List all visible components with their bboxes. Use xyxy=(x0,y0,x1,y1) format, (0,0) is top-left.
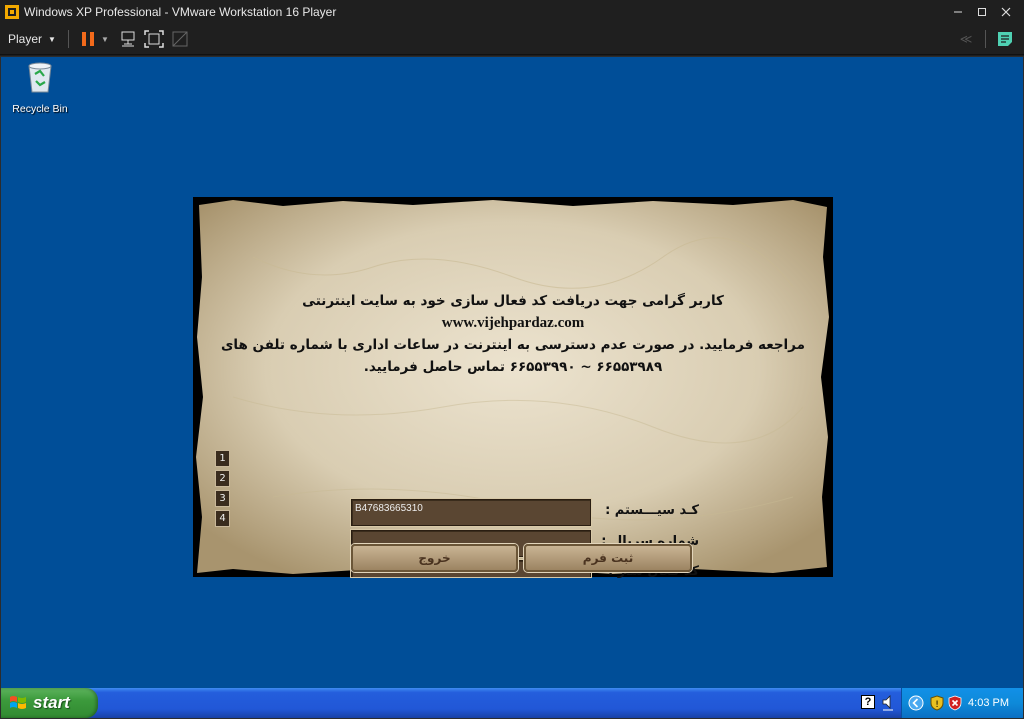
message-line-1: کاربر گرامی جهت دریافت کد فعال سازی خود … xyxy=(302,293,724,309)
submit-form-button[interactable]: ثبت فرم xyxy=(524,544,692,572)
pause-dropdown-icon[interactable]: ▼ xyxy=(101,35,109,44)
fullscreen-icon xyxy=(144,30,164,48)
send-ctrl-alt-del-icon xyxy=(121,31,135,47)
close-button[interactable] xyxy=(994,0,1018,24)
system-tray: ! 4:03 PM xyxy=(901,688,1023,718)
window-title: Windows XP Professional - VMware Worksta… xyxy=(24,5,337,19)
activation-dialog: کاربر گرامی جهت دریافت کد فعال سازی خود … xyxy=(193,197,833,579)
recycle-bin-icon xyxy=(28,62,52,93)
guest-desktop: Recycle Bin کاربر گرامی جهت دریافت کد فع… xyxy=(1,56,1023,688)
message-line-3: ۶۶۵۵۳۹۸۹ ~ ۶۶۵۵۳۹۹۰ تماس حاصل فرمایید. xyxy=(363,359,663,375)
notes-icon xyxy=(998,32,1012,46)
toolbar-divider xyxy=(67,30,69,48)
side-button-2[interactable]: 2 xyxy=(215,470,230,487)
security-alert-icon[interactable]: ! xyxy=(930,695,944,711)
send-ctrl-alt-del-button[interactable] xyxy=(115,26,141,52)
fullscreen-button[interactable] xyxy=(141,26,167,52)
close-icon xyxy=(1001,7,1011,17)
toolbar-divider xyxy=(985,30,986,48)
unity-button[interactable] xyxy=(167,26,193,52)
help-icon[interactable]: ? xyxy=(861,695,875,709)
exit-button[interactable]: خروج xyxy=(351,544,518,572)
vmware-icon xyxy=(5,5,19,19)
start-label: start xyxy=(33,693,70,712)
volume-icon xyxy=(882,695,893,711)
back-button[interactable]: ≪ xyxy=(953,26,979,52)
pause-icon xyxy=(81,32,94,46)
side-button-1[interactable]: 1 xyxy=(215,450,230,467)
windows-logo-icon xyxy=(10,696,26,709)
maximize-icon xyxy=(978,8,986,16)
activation-message: کاربر گرامی جهت دریافت کد فعال سازی خود … xyxy=(193,290,833,378)
player-menu-button[interactable]: Player ▼ xyxy=(0,24,62,54)
message-line-2: مراجعه فرمایید. در صورت عدم دسترسی به ای… xyxy=(221,337,805,353)
side-button-4[interactable]: 4 xyxy=(215,510,230,527)
recycle-bin-label: Recycle Bin xyxy=(12,103,68,115)
antivirus-icon[interactable] xyxy=(948,695,962,711)
chevron-down-icon: ▼ xyxy=(48,34,56,44)
vmware-toolbar: Player ▼ ▼ ≪ xyxy=(0,24,1024,55)
notes-button[interactable] xyxy=(992,26,1018,52)
back-icon: ≪ xyxy=(959,32,973,46)
expand-tray-icon[interactable] xyxy=(908,695,924,711)
unity-icon xyxy=(172,31,188,47)
svg-text:!: ! xyxy=(935,700,939,710)
system-code-label: کـد سیـــستم : xyxy=(605,503,699,518)
website-link[interactable]: www.vijehpardaz.com xyxy=(193,312,833,334)
pause-button[interactable] xyxy=(75,26,101,52)
xp-taskbar: start ? ! 4:03 PM xyxy=(1,688,1023,718)
system-code-field[interactable]: B47683665310 xyxy=(351,499,591,526)
start-button[interactable]: start xyxy=(1,688,98,718)
player-menu-label: Player xyxy=(8,32,43,46)
desktop-icon-recycle-bin[interactable]: Recycle Bin xyxy=(7,60,73,115)
taskbar-clock: 4:03 PM xyxy=(968,697,1009,709)
volume-button[interactable] xyxy=(881,693,895,716)
maximize-button[interactable] xyxy=(970,0,994,24)
side-button-3[interactable]: 3 xyxy=(215,490,230,507)
minimize-button[interactable] xyxy=(946,0,970,24)
window-titlebar: Windows XP Professional - VMware Worksta… xyxy=(0,0,1024,24)
minimize-icon xyxy=(954,11,962,13)
